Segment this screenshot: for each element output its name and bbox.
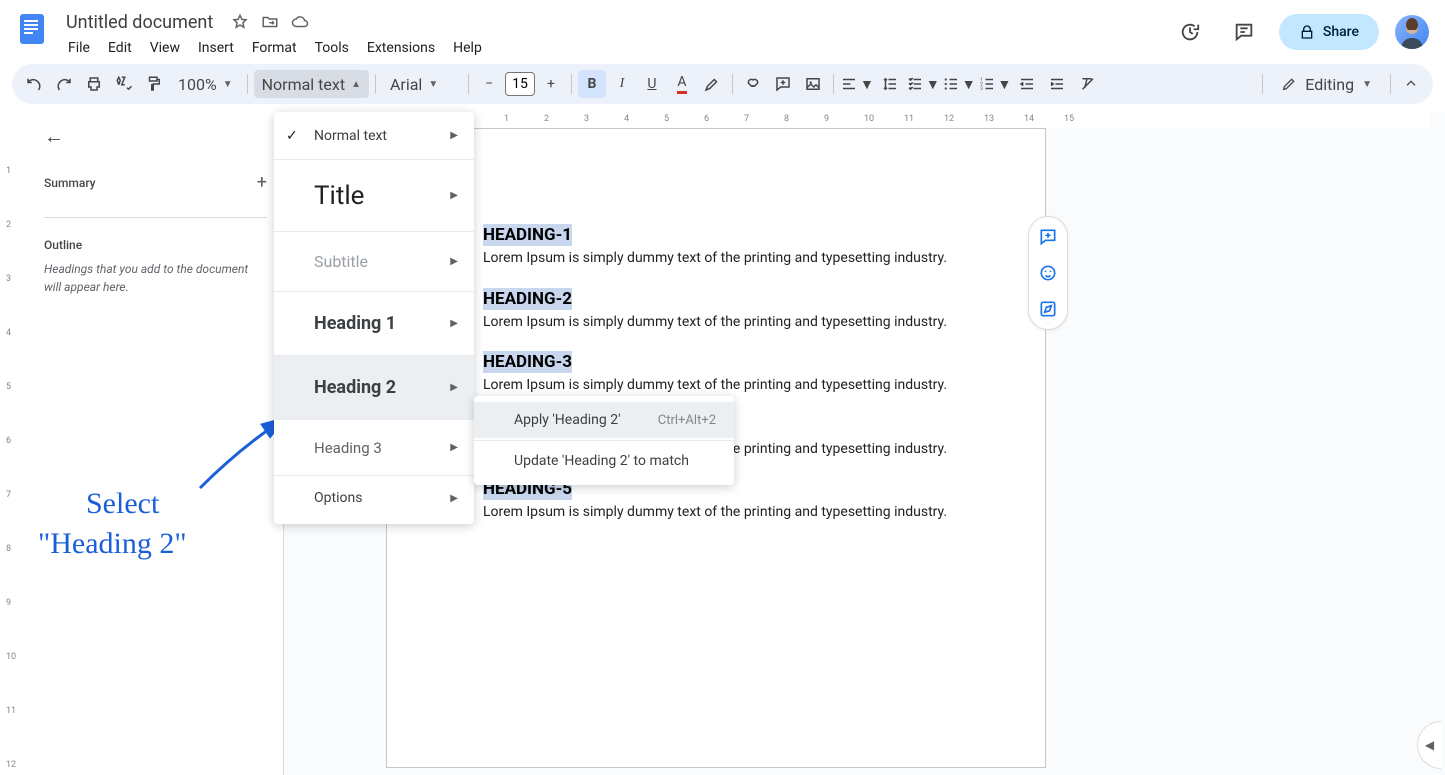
doc-heading[interactable]: HEADING-3 <box>483 351 572 373</box>
editing-mode-dropdown[interactable]: Editing ▼ <box>1269 70 1384 98</box>
menu-extensions[interactable]: Extensions <box>359 36 443 60</box>
style-item-subtitle[interactable]: Subtitle ▶ <box>274 232 474 292</box>
doc-body[interactable]: Lorem Ipsum is simply dummy text of the … <box>483 249 949 269</box>
add-summary-button[interactable]: + <box>257 172 267 193</box>
comments-icon[interactable] <box>1225 13 1263 51</box>
decrease-fontsize-button[interactable]: − <box>475 70 503 98</box>
vertical-ruler: 1 2 3 4 5 6 7 8 9 10 11 12 <box>0 112 28 775</box>
account-avatar[interactable] <box>1395 15 1429 49</box>
style-item-normal[interactable]: ✓ Normal text ▶ <box>274 112 474 160</box>
submenu-arrow-icon: ▶ <box>450 318 458 329</box>
svg-text:3: 3 <box>980 86 983 92</box>
add-comment-icon[interactable] <box>1036 225 1060 249</box>
line-spacing-button[interactable] <box>876 70 904 98</box>
document-title[interactable]: Untitled document <box>60 10 219 35</box>
menubar: File Edit View Insert Format Tools Exten… <box>60 36 1171 60</box>
sidebar-collapse-button[interactable]: ← <box>44 124 68 148</box>
menu-view[interactable]: View <box>142 36 188 60</box>
insert-image-button[interactable] <box>799 70 827 98</box>
paint-format-button[interactable] <box>140 70 168 98</box>
bullet-list-button[interactable]: ▼ <box>942 70 976 98</box>
bold-button[interactable]: B <box>578 70 606 98</box>
submenu-arrow-icon: ▶ <box>450 256 458 267</box>
sidebar-outline-hint: Headings that you add to the document wi… <box>44 260 267 296</box>
decrease-indent-button[interactable] <box>1013 70 1041 98</box>
menu-insert[interactable]: Insert <box>190 36 242 60</box>
shortcut-label: Ctrl+Alt+2 <box>658 413 716 428</box>
pencil-icon <box>1281 76 1297 92</box>
doc-heading[interactable]: HEADING-2 <box>483 288 572 310</box>
sidebar-outline-title: Outline <box>44 238 267 252</box>
floating-comment-toolbar <box>1028 216 1068 330</box>
style-options[interactable]: Options ▶ <box>274 476 474 520</box>
menu-tools[interactable]: Tools <box>307 36 357 60</box>
toolbar: 100%▼ Normal text▲ Arial▼ − + B I U A ▼ … <box>12 64 1433 104</box>
fontsize-input[interactable] <box>505 72 535 96</box>
cloud-status-icon[interactable] <box>291 13 309 31</box>
increase-fontsize-button[interactable]: + <box>537 70 565 98</box>
history-icon[interactable] <box>1171 13 1209 51</box>
style-item-heading1[interactable]: Heading 1 ▶ <box>274 292 474 356</box>
menu-edit[interactable]: Edit <box>100 36 140 60</box>
italic-button[interactable]: I <box>608 70 636 98</box>
zoom-dropdown[interactable]: 100%▼ <box>170 70 241 98</box>
text-color-button[interactable]: A <box>668 70 696 98</box>
sidebar-summary-title: Summary <box>44 176 96 190</box>
doc-body[interactable]: Lorem Ipsum is simply dummy text of the … <box>483 376 949 396</box>
paragraph-style-dropdown[interactable]: Normal text▲ <box>254 70 369 98</box>
clear-format-button[interactable] <box>1073 70 1101 98</box>
share-label: Share <box>1323 24 1359 40</box>
check-icon: ✓ <box>286 128 298 144</box>
insert-comment-button[interactable] <box>769 70 797 98</box>
submenu-arrow-icon: ▶ <box>450 190 458 201</box>
checklist-button[interactable]: ▼ <box>906 70 940 98</box>
print-button[interactable] <box>80 70 108 98</box>
move-icon[interactable] <box>261 13 279 31</box>
align-dropdown[interactable]: ▼ <box>840 70 874 98</box>
doc-body[interactable]: Lorem Ipsum is simply dummy text of the … <box>483 313 949 333</box>
submenu-arrow-icon: ▶ <box>450 382 458 393</box>
submenu-apply-heading2[interactable]: Apply 'Heading 2' Ctrl+Alt+2 <box>474 402 734 438</box>
chevron-down-icon: ▼ <box>860 76 874 93</box>
underline-button[interactable]: U <box>638 70 666 98</box>
chevron-down-icon: ▼ <box>962 76 976 93</box>
numbered-list-button[interactable]: 123▼ <box>978 70 1012 98</box>
chevron-down-icon: ▼ <box>926 76 940 93</box>
menu-file[interactable]: File <box>60 36 98 60</box>
styles-dropdown-menu: ✓ Normal text ▶ Title ▶ Subtitle ▶ Headi… <box>274 112 474 524</box>
doc-heading[interactable]: HEADING-1 <box>483 224 572 246</box>
lock-icon <box>1299 24 1315 40</box>
style-item-heading2[interactable]: Heading 2 ▶ <box>274 356 474 420</box>
menu-help[interactable]: Help <box>445 36 490 60</box>
chevron-down-icon: ▼ <box>223 79 233 90</box>
submenu-arrow-icon: ▶ <box>450 442 458 453</box>
undo-button[interactable] <box>20 70 48 98</box>
star-icon[interactable] <box>231 13 249 31</box>
highlight-button[interactable] <box>698 70 726 98</box>
font-dropdown[interactable]: Arial▼ <box>382 70 462 98</box>
doc-body[interactable]: Lorem Ipsum is simply dummy text of the … <box>483 503 949 523</box>
suggest-edit-icon[interactable] <box>1036 297 1060 321</box>
submenu-update-heading2[interactable]: Update 'Heading 2' to match <box>474 443 734 479</box>
spellcheck-button[interactable] <box>110 70 138 98</box>
submenu-arrow-icon: ▶ <box>450 130 458 141</box>
chevron-down-icon: ▼ <box>428 79 438 90</box>
style-item-heading3[interactable]: Heading 3 ▶ <box>274 420 474 476</box>
chevron-down-icon: ▼ <box>1362 79 1372 90</box>
hide-menus-button[interactable] <box>1397 70 1425 98</box>
style-item-title[interactable]: Title ▶ <box>274 160 474 232</box>
increase-indent-button[interactable] <box>1043 70 1071 98</box>
emoji-reaction-icon[interactable] <box>1036 261 1060 285</box>
insert-link-button[interactable] <box>739 70 767 98</box>
share-button[interactable]: Share <box>1279 14 1379 50</box>
menu-format[interactable]: Format <box>244 36 305 60</box>
redo-button[interactable] <box>50 70 78 98</box>
docs-logo[interactable] <box>12 8 52 48</box>
submenu-arrow-icon: ▶ <box>450 493 458 504</box>
chevron-down-icon: ▼ <box>998 76 1012 93</box>
heading2-submenu: Apply 'Heading 2' Ctrl+Alt+2 Update 'Hea… <box>474 396 734 485</box>
outline-sidebar: ← Summary + Outline Headings that you ad… <box>28 112 284 775</box>
chevron-up-icon: ▲ <box>351 79 361 90</box>
